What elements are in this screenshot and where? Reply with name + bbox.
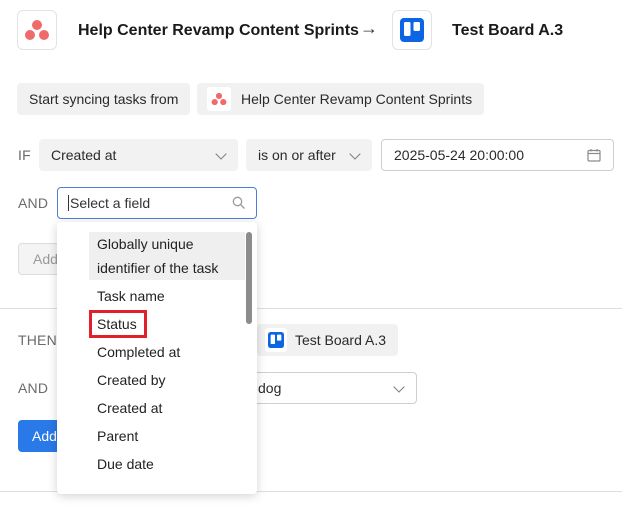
chevron-down-icon: [350, 150, 360, 160]
date-input[interactable]: 2025-05-24 20:00:00: [381, 139, 614, 171]
asana-tile: [17, 10, 57, 50]
source-chip[interactable]: Help Center Revamp Content Sprints: [197, 83, 485, 115]
source-chip-label: Help Center Revamp Content Sprints: [241, 91, 473, 107]
dropdown-option-label: Globally unique identifier of the task: [97, 236, 219, 276]
dropdown-option-created-by[interactable]: Created by: [97, 368, 257, 392]
dropdown-option-parent[interactable]: Parent: [97, 424, 257, 448]
asana-chip-icon-wrap: [207, 87, 231, 111]
chevron-down-icon: [216, 150, 226, 160]
asana-icon: [211, 92, 227, 106]
dropdown-option-task-name[interactable]: Task name: [97, 284, 257, 308]
add-action-label: Add: [32, 428, 57, 444]
sync-label: Start syncing tasks from: [17, 83, 191, 115]
calendar-icon: [587, 149, 601, 162]
and-label: AND: [18, 195, 49, 211]
trello-icon: [267, 332, 284, 348]
list-select-value: dog: [258, 380, 282, 396]
trello-chip-icon-wrap: [265, 328, 287, 352]
search-placeholder: Select a field: [70, 195, 151, 211]
then-label: THEN: [18, 332, 57, 348]
arrow-right-icon: →: [360, 18, 378, 38]
operator-select[interactable]: is on or after: [246, 139, 372, 171]
text-cursor: [68, 195, 69, 211]
search-icon: [232, 196, 245, 209]
trello-icon: [400, 18, 424, 42]
trello-tile: [392, 10, 432, 50]
dropdown-option-created-at[interactable]: Created at: [97, 396, 257, 420]
chevron-down-icon: [394, 383, 404, 393]
field-select[interactable]: Created at: [39, 139, 238, 171]
and-label-2: AND: [18, 380, 49, 396]
field-search-input[interactable]: Select a field: [57, 187, 257, 219]
target-chip[interactable]: Test Board A.3: [257, 324, 398, 356]
date-input-value: 2025-05-24 20:00:00: [394, 147, 524, 163]
field-dropdown: Globally unique identifier of the task T…: [57, 222, 257, 494]
if-label: IF: [18, 147, 31, 163]
operator-select-value: is on or after: [258, 147, 336, 163]
target-chip-label: Test Board A.3: [294, 332, 386, 348]
dropdown-option-due-date[interactable]: Due date: [97, 452, 257, 476]
highlight-box: [89, 310, 147, 338]
dropdown-scrollbar[interactable]: [246, 232, 252, 324]
source-title: Help Center Revamp Content Sprints: [78, 22, 359, 39]
target-title: Test Board A.3: [452, 22, 564, 39]
sync-label-text: Start syncing tasks from: [29, 91, 179, 107]
dropdown-option-completed-at[interactable]: Completed at: [97, 340, 257, 364]
dropdown-option-guid[interactable]: Globally unique identifier of the task: [89, 232, 245, 280]
asana-icon: [25, 20, 49, 40]
field-select-value: Created at: [51, 147, 117, 163]
add-condition-label: Add: [33, 251, 58, 267]
